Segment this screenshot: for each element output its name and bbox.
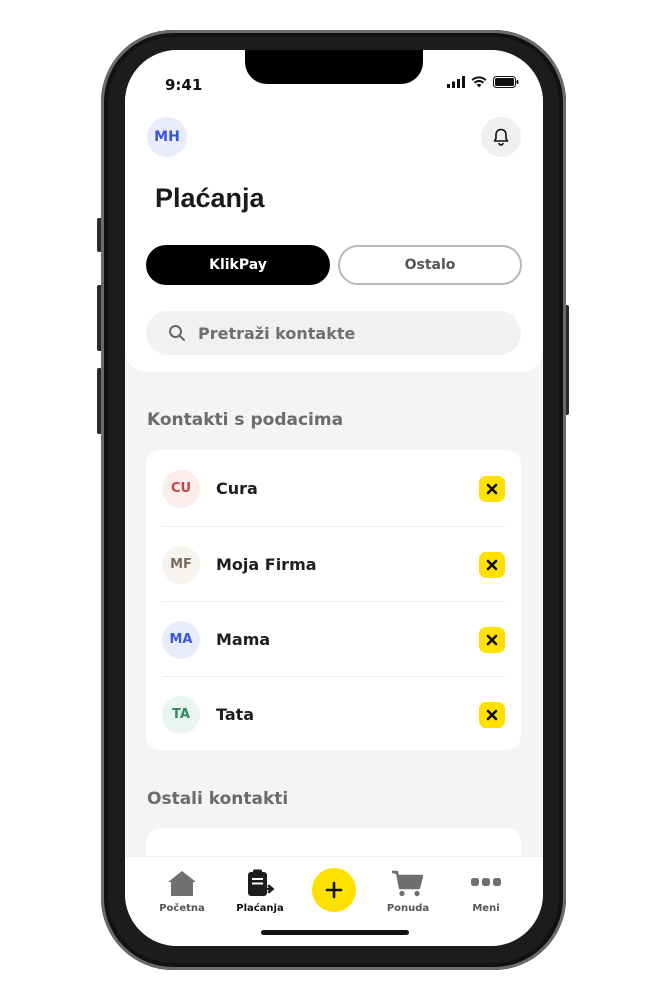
tab-payments[interactable]: Plaćanja xyxy=(225,869,295,914)
search-placeholder: Pretraži kontakte xyxy=(198,323,356,343)
tab-ostalo[interactable]: Ostalo xyxy=(338,245,522,285)
contacts-list: CU Cura MF Moja Firma MA Mama TA Tata xyxy=(146,450,521,750)
klikpay-badge xyxy=(479,701,505,728)
search-icon xyxy=(169,325,185,341)
list-item[interactable]: MF Moja Firma xyxy=(162,526,505,602)
bell-icon xyxy=(493,128,509,146)
tab-home-label: Početna xyxy=(159,903,205,914)
contact-avatar: MF xyxy=(162,545,200,584)
klikpay-badge xyxy=(479,626,505,653)
cart-icon xyxy=(392,870,424,897)
add-button[interactable] xyxy=(312,868,356,912)
tab-klikpay[interactable]: KlikPay xyxy=(146,245,330,285)
tab-offer-label: Ponuda xyxy=(386,903,430,914)
contact-name: Cura xyxy=(216,479,258,498)
notch xyxy=(245,50,423,84)
tab-payments-label: Plaćanja xyxy=(236,903,284,914)
contact-name: Mama xyxy=(216,630,271,649)
contact-avatar: CU xyxy=(162,469,200,508)
status-icons xyxy=(447,76,519,88)
x-logo-icon xyxy=(486,559,498,570)
user-avatar[interactable]: MH xyxy=(147,117,187,157)
battery-icon xyxy=(493,76,519,88)
contact-avatar: MA xyxy=(162,620,200,659)
more-icon xyxy=(471,878,501,886)
klikpay-badge xyxy=(479,475,505,502)
home-indicator xyxy=(261,930,409,935)
contact-avatar: TA xyxy=(162,695,200,734)
tab-offer[interactable]: Ponuda xyxy=(373,869,443,914)
page-title: Plaćanja xyxy=(155,183,265,213)
home-icon xyxy=(168,871,196,896)
status-time: 9:41 xyxy=(165,76,203,94)
signal-icon xyxy=(447,76,465,88)
plus-icon xyxy=(325,881,343,899)
section-title-contacts-with-data: Kontakti s podacima xyxy=(147,410,344,430)
clipboard-transfer-icon xyxy=(248,869,275,896)
app-screen: 9:41 MH Plaćanja KlikPay Ostalo Pretraži… xyxy=(125,50,543,946)
contact-name: Moja Firma xyxy=(216,555,317,574)
klikpay-badge xyxy=(479,551,505,578)
contact-name: Tata xyxy=(216,705,255,724)
section-title-other-contacts: Ostali kontakti xyxy=(147,789,289,809)
list-item[interactable]: MA Mama xyxy=(162,601,505,677)
notifications-button[interactable] xyxy=(481,117,521,157)
wifi-icon xyxy=(471,76,487,88)
tab-menu[interactable]: Meni xyxy=(451,869,521,914)
list-item[interactable]: TA Tata xyxy=(162,676,505,752)
x-logo-icon xyxy=(486,483,498,494)
tab-home[interactable]: Početna xyxy=(147,869,217,914)
tab-menu-label: Meni xyxy=(472,903,500,914)
x-logo-icon xyxy=(486,634,498,645)
x-logo-icon xyxy=(486,709,498,720)
search-input[interactable]: Pretraži kontakte xyxy=(146,311,521,355)
list-item[interactable]: CU Cura xyxy=(162,451,505,526)
